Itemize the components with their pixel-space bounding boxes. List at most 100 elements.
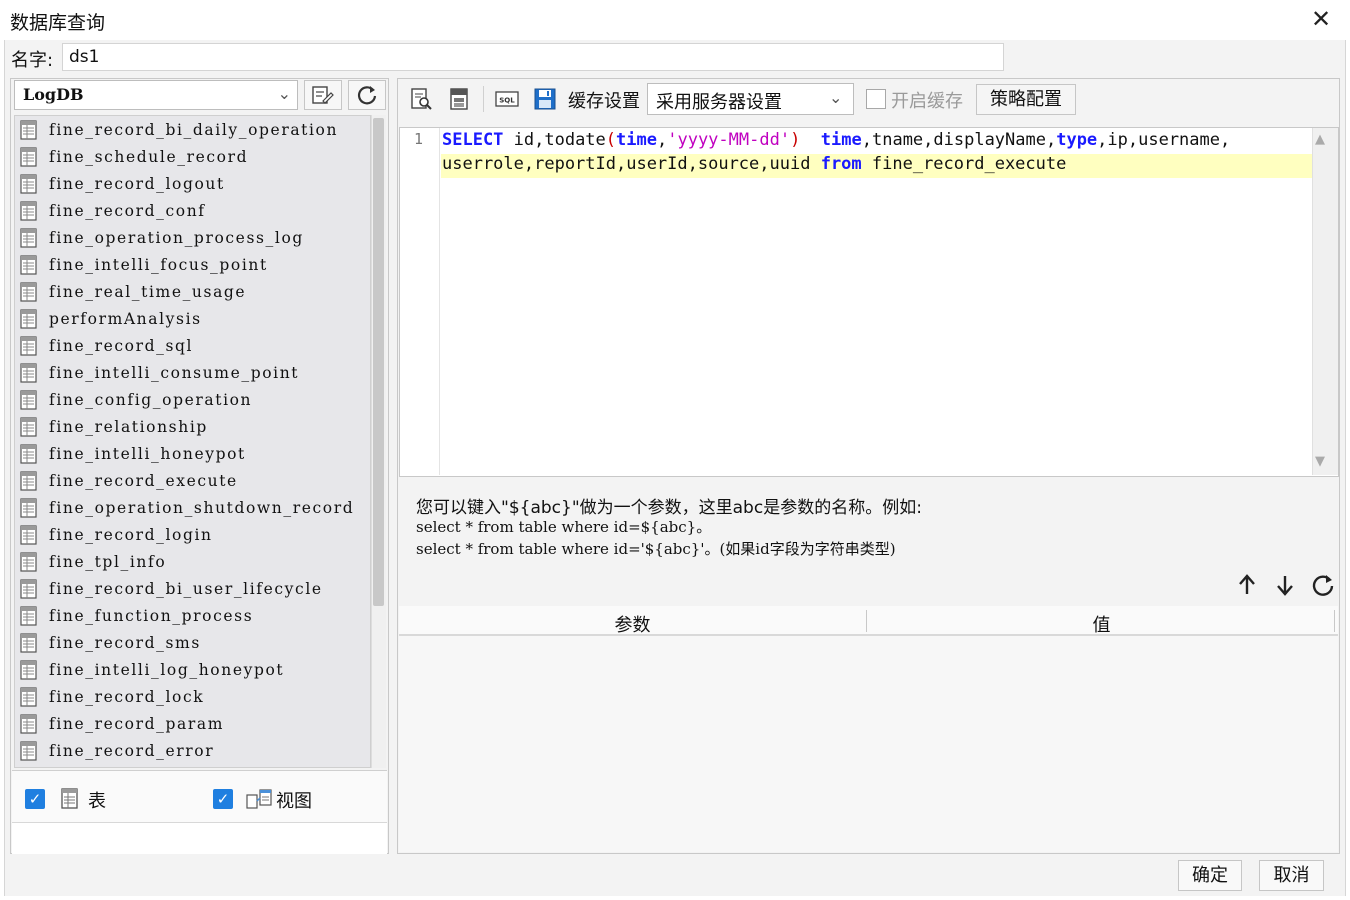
column-divider xyxy=(1334,610,1335,632)
table-list-item[interactable]: fine_record_logout xyxy=(15,170,370,197)
table-name: fine_record_sql xyxy=(49,336,194,355)
table-name: fine_record_error xyxy=(49,741,215,760)
sql-code-line-2[interactable]: userrole,reportId,userId,source,uuid fro… xyxy=(442,154,1066,174)
enable-cache-checkbox[interactable] xyxy=(866,89,886,109)
connection-select-value: LogDB xyxy=(23,85,84,104)
table-search-field[interactable] xyxy=(12,822,387,854)
table-list-scroll-thumb[interactable] xyxy=(373,118,384,606)
sql-keyword: from xyxy=(820,154,862,174)
sql-editor[interactable] xyxy=(399,127,1339,477)
refresh-connection-button[interactable] xyxy=(348,80,386,110)
cancel-button[interactable]: 取消 xyxy=(1259,860,1324,891)
table-icon xyxy=(20,551,37,572)
table-list-item[interactable]: fine_record_param xyxy=(15,710,370,737)
param-table[interactable] xyxy=(399,606,1338,852)
preview-button[interactable] xyxy=(408,86,434,112)
chevron-down-icon: ⌄ xyxy=(277,84,291,103)
table-name: fine_intelli_honeypot xyxy=(49,444,246,463)
table-list-item[interactable]: fine_record_bi_daily_operation xyxy=(15,116,370,143)
editor-scrollbar[interactable] xyxy=(1312,128,1338,475)
table-filter-label: 表 xyxy=(88,791,106,812)
table-list-item[interactable]: fine_record_sms xyxy=(15,629,370,656)
table-list-item[interactable]: fine_record_sql xyxy=(15,332,370,359)
toolbar-separator xyxy=(483,86,484,112)
sql-text: , xyxy=(656,130,668,150)
cache-settings-label: 缓存设置 xyxy=(568,91,640,112)
table-name: fine_record_param xyxy=(49,714,224,733)
table-icon xyxy=(20,173,37,194)
table-icon xyxy=(20,200,37,221)
sql-text: fine_record_execute xyxy=(861,154,1067,174)
svg-text:SQL: SQL xyxy=(499,97,515,105)
ok-button[interactable]: 确定 xyxy=(1178,860,1242,891)
table-list-item[interactable]: fine_config_operation xyxy=(15,386,370,413)
sql-string: 'yyyy-MM-dd' xyxy=(667,130,791,150)
table-list-item[interactable]: fine_intelli_honeypot xyxy=(15,440,370,467)
table-list-item[interactable]: fine_real_time_usage xyxy=(15,278,370,305)
enable-cache-label: 开启缓存 xyxy=(891,91,963,112)
table-list-item[interactable]: fine_operation_process_log xyxy=(15,224,370,251)
table-name: fine_tpl_info xyxy=(49,552,167,571)
table-list-item[interactable]: performAnalysis xyxy=(15,305,370,332)
table-list-item[interactable]: fine_record_bi_user_lifecycle xyxy=(15,575,370,602)
table-icon xyxy=(20,389,37,410)
sql-paren: ( xyxy=(605,130,617,150)
table-list-item[interactable]: fine_function_process xyxy=(15,602,370,629)
table-icon xyxy=(20,335,37,356)
table-list-item[interactable]: fine_schedule_record xyxy=(15,143,370,170)
table-name: fine_schedule_record xyxy=(49,147,249,166)
sql-format-button[interactable]: SQL xyxy=(494,86,520,112)
move-down-button[interactable] xyxy=(1272,572,1298,598)
scroll-down-icon[interactable]: ▼ xyxy=(1315,454,1325,469)
connection-select[interactable]: LogDB ⌄ xyxy=(14,80,298,110)
param-column-header[interactable]: 参数 xyxy=(399,611,866,637)
table-name: fine_record_bi_daily_operation xyxy=(49,120,339,139)
cache-settings-button[interactable] xyxy=(532,86,558,112)
table-name: fine_config_operation xyxy=(49,390,253,409)
splitter-handle[interactable] xyxy=(389,80,395,110)
table-list-item[interactable]: fine_operation_shutdown_record xyxy=(15,494,370,521)
edit-connection-button[interactable] xyxy=(304,80,342,110)
sql-text: userrole,reportId,userId,source,uuid xyxy=(442,154,821,174)
param-hint-text: 您可以键入"${abc}"做为一个参数，这里abc是参数的名称。例如: xyxy=(416,498,922,518)
table-list-item[interactable]: fine_intelli_log_honeypot xyxy=(15,656,370,683)
table-checkbox[interactable]: ✓ xyxy=(25,789,45,809)
table-icon xyxy=(20,686,37,707)
value-column-header[interactable]: 值 xyxy=(867,611,1336,637)
table-icon xyxy=(20,362,37,383)
table-list-item[interactable]: fine_record_conf xyxy=(15,197,370,224)
table-list-item[interactable]: fine_relationship xyxy=(15,413,370,440)
table-list-item[interactable]: fine_record_login xyxy=(15,521,370,548)
table-icon xyxy=(20,146,37,167)
table-list-item[interactable]: fine_tpl_info xyxy=(15,548,370,575)
refresh-icon xyxy=(357,86,377,105)
refresh-params-button[interactable] xyxy=(1310,572,1336,598)
table-icon xyxy=(20,578,37,599)
line-number: 1 xyxy=(414,130,424,148)
strategy-config-button[interactable]: 策略配置 xyxy=(976,84,1076,115)
table-icon xyxy=(20,740,37,761)
table-name: fine_relationship xyxy=(49,417,208,436)
table-list[interactable]: fine_record_bi_daily_operation fine_sched… xyxy=(14,115,371,768)
move-up-button[interactable] xyxy=(1234,572,1260,598)
cache-mode-select[interactable]: 采用服务器设置 ⌄ xyxy=(647,83,854,115)
sql-script-button[interactable] xyxy=(446,86,472,112)
table-list-item[interactable]: fine_intelli_focus_point xyxy=(15,251,370,278)
table-name: fine_intelli_focus_point xyxy=(49,255,268,274)
param-hint-example-2: select * from table where id='${abc}'。(如… xyxy=(416,540,896,558)
sql-keyword: SELECT xyxy=(442,130,504,150)
scroll-up-icon[interactable]: ▲ xyxy=(1315,132,1325,147)
table-list-item[interactable]: fine_record_execute xyxy=(15,467,370,494)
refresh-icon xyxy=(1312,575,1334,596)
table-list-item[interactable]: fine_record_lock xyxy=(15,683,370,710)
name-input[interactable] xyxy=(62,43,1004,71)
table-icon xyxy=(20,254,37,275)
sql-text: ,ip,username, xyxy=(1097,130,1231,150)
close-icon: ✕ xyxy=(1310,5,1332,33)
view-checkbox[interactable]: ✓ xyxy=(213,789,233,809)
close-button[interactable]: ✕ xyxy=(1304,4,1338,34)
sql-code-line-1[interactable]: SELECT id,todate(time,'yyyy-MM-dd') time… xyxy=(442,130,1230,150)
table-list-item[interactable]: fine_intelli_consume_point xyxy=(15,359,370,386)
table-list-item[interactable]: fine_record_error xyxy=(15,737,370,764)
